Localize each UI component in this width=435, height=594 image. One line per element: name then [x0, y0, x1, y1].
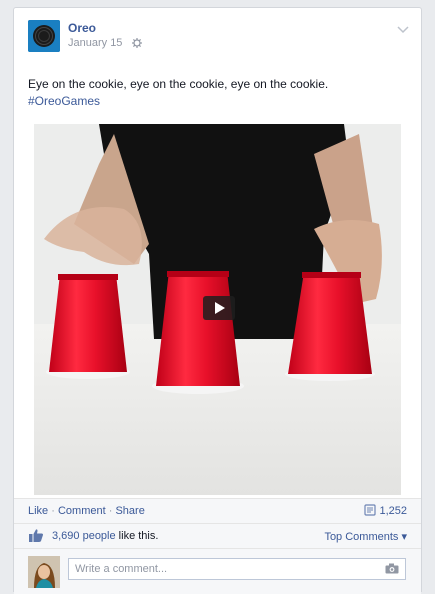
page-avatar[interactable]	[28, 20, 60, 52]
share-count-icon	[364, 504, 377, 516]
post-header: Oreo January 15	[28, 20, 411, 54]
camera-icon[interactable]	[385, 563, 399, 577]
video-player[interactable]	[14, 124, 421, 495]
comment-placeholder: Write a comment...	[75, 563, 168, 575]
play-icon	[215, 302, 225, 314]
page-name[interactable]: Oreo	[68, 21, 96, 35]
chevron-down-icon[interactable]	[397, 23, 409, 37]
action-links: Like · Comment · Share	[28, 505, 145, 517]
like-link[interactable]: Like	[28, 505, 48, 517]
shares-count: 1,252	[379, 505, 407, 517]
comment-composer: Write a comment...	[14, 548, 421, 594]
user-avatar[interactable]	[28, 556, 60, 588]
hashtag-link[interactable]: #OreoGames	[28, 93, 407, 110]
likes-count-link[interactable]: 3,690 people	[52, 530, 116, 542]
thumbs-up-icon	[28, 528, 44, 546]
top-comments-dropdown[interactable]: Top Comments ▾	[324, 530, 407, 543]
comment-link[interactable]: Comment	[58, 505, 106, 517]
likes-summary: 3,690 people like this.	[52, 530, 158, 542]
post-message: Eye on the cookie, eye on the cookie, ey…	[28, 77, 329, 91]
likes-suffix: like this.	[115, 530, 159, 542]
shares-counter[interactable]: 1,252	[364, 504, 407, 517]
likes-row: 3,690 people like this. Top Comments ▾	[14, 523, 421, 548]
comment-input[interactable]: Write a comment...	[68, 558, 406, 580]
action-bar: Like · Comment · Share 1,252	[14, 498, 421, 523]
post-meta: January 15	[68, 37, 142, 51]
post-date[interactable]: January 15	[68, 37, 122, 49]
post-card: Oreo January 15 Eye on the cookie, eye o…	[13, 7, 422, 594]
post-text: Eye on the cookie, eye on the cookie, ey…	[28, 76, 407, 110]
cup-left	[46, 274, 130, 379]
globe-icon	[131, 38, 142, 51]
separator-dot: ·	[51, 505, 58, 517]
share-link[interactable]: Share	[115, 505, 144, 517]
play-button[interactable]	[203, 296, 235, 320]
